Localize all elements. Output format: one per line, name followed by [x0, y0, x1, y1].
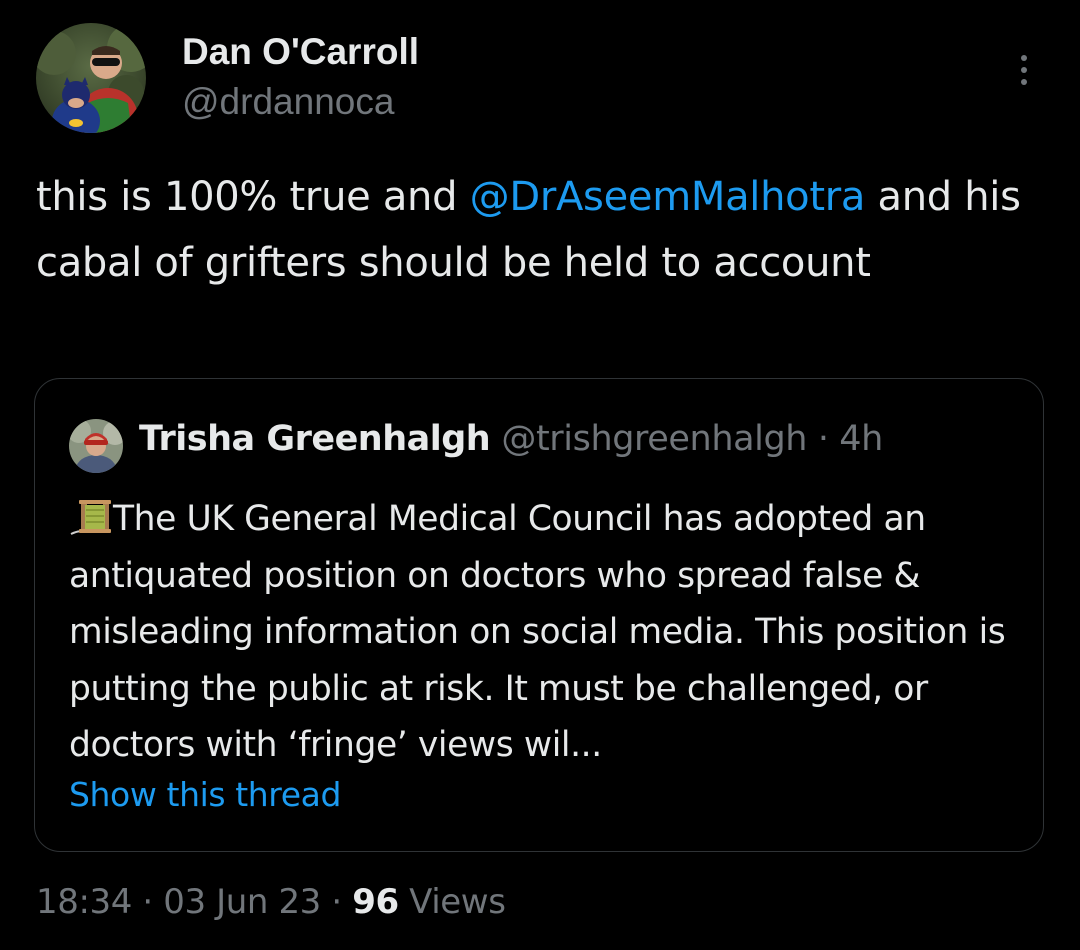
separator-dot: · [817, 419, 829, 459]
profile-photo-icon [36, 23, 146, 133]
quoted-time[interactable]: 4h [839, 419, 883, 459]
tweet-footer: 18:34 · 03 Jun 23 · 96 Views [36, 880, 506, 924]
more-options-button[interactable] [1004, 48, 1044, 92]
quoted-author-avatar[interactable] [69, 419, 123, 473]
author-avatar[interactable] [36, 23, 146, 133]
footer-separator: · [142, 882, 153, 922]
more-options-icon-dot [1021, 67, 1027, 73]
quoted-tweet-text: The UK General Medical Council has adopt… [69, 491, 1019, 774]
author-handle[interactable]: @drdannoca [182, 80, 394, 124]
quoted-text-body: The UK General Medical Council has adopt… [69, 499, 1006, 765]
footer-separator: · [331, 882, 342, 922]
tweet: Dan O'Carroll @drdannoca this is 100% tr… [0, 0, 1080, 950]
quoted-separator: · [807, 419, 839, 459]
quoted-tweet[interactable]: Trisha Greenhalgh @trishgreenhalgh · 4h … [34, 378, 1044, 852]
tweet-time[interactable]: 18:34 [36, 882, 132, 922]
quoted-author-handle[interactable]: @trishgreenhalgh [501, 419, 807, 459]
more-options-icon [1021, 55, 1027, 61]
tweet-date[interactable]: 03 Jun 23 [163, 882, 321, 922]
profile-photo-icon [69, 419, 123, 473]
views-label: Views [409, 882, 506, 922]
quoted-author-name[interactable]: Trisha Greenhalgh [139, 419, 491, 459]
views-count[interactable]: 96 [352, 882, 399, 922]
thread-spool-icon [70, 500, 111, 535]
more-options-icon-dot [1021, 79, 1027, 85]
mention-link[interactable]: @DrAseemMalhotra [470, 174, 866, 220]
tweet-text: this is 100% true and @DrAseemMalhotra a… [36, 164, 1046, 296]
tweet-text-start: this is 100% true and [36, 174, 470, 220]
quoted-tweet-header: Trisha Greenhalgh @trishgreenhalgh · 4h [139, 417, 883, 461]
show-thread-link[interactable]: Show this thread [69, 773, 341, 817]
author-name[interactable]: Dan O'Carroll [182, 30, 419, 74]
